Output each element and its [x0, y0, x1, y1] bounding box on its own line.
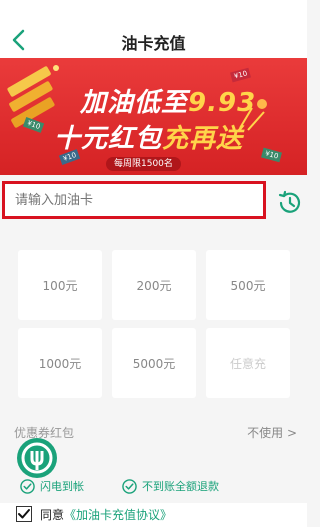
- amount-grid: 100元 200元 500元 1000元 5000元 任意充: [0, 232, 307, 408]
- check-circle-icon: [20, 478, 35, 494]
- history-icon[interactable]: [276, 189, 304, 217]
- card-number-input[interactable]: [5, 184, 263, 216]
- amount-option-1000[interactable]: 1000元: [18, 328, 102, 398]
- banner-headline-text: 加油低至: [80, 88, 189, 118]
- agreement-prefix: 同意: [40, 508, 65, 522]
- agreement-row: 同意《加油卡充值协议》: [0, 503, 307, 527]
- amount-option-100[interactable]: 100元: [18, 250, 102, 320]
- card-input-wrapper: [2, 181, 266, 219]
- bank-logo-icon[interactable]: [16, 437, 58, 479]
- coupon-value[interactable]: 不使用 >: [247, 424, 297, 441]
- limit-pill: 每周限1500名: [106, 157, 181, 171]
- coupon-badge: ¥10: [230, 67, 252, 83]
- amount-option-custom[interactable]: 任意充: [206, 328, 290, 398]
- banner-headline: 加油低至9.93: [80, 82, 256, 119]
- agreement-checkbox[interactable]: [16, 506, 32, 522]
- features-row: 闪电到帐 不到账全额退款: [0, 474, 307, 498]
- check-circle-icon: [122, 478, 137, 494]
- banner-subheadline: 十元红包充再送: [54, 118, 243, 155]
- banner-subheadline-text: 十元红包: [54, 124, 163, 154]
- feature-item: 不到账全额退款: [122, 478, 219, 494]
- feature-item: 闪电到帐: [20, 478, 84, 494]
- promo-banner[interactable]: ¥10 ¥10 ¥10 ¥10 加油低至9.93 十元红包充再送 每周限1500…: [0, 58, 307, 175]
- banner-subheadline-highlight: 充再送: [162, 124, 244, 154]
- agreement-text: 同意《加油卡充值协议》: [40, 506, 172, 523]
- feature-label: 闪电到帐: [40, 480, 84, 493]
- feature-label: 不到账全额退款: [142, 480, 219, 493]
- amount-option-500[interactable]: 500元: [206, 250, 290, 320]
- agreement-link[interactable]: 《加油卡充值协议》: [64, 508, 172, 522]
- amount-option-200[interactable]: 200元: [112, 250, 196, 320]
- coupon-badge: ¥10: [261, 147, 283, 163]
- amount-option-5000[interactable]: 5000元: [112, 328, 196, 398]
- banner-headline-price: 9.93: [188, 88, 257, 118]
- top-bar: 油卡充值: [0, 0, 307, 58]
- page-title: 油卡充值: [121, 34, 186, 53]
